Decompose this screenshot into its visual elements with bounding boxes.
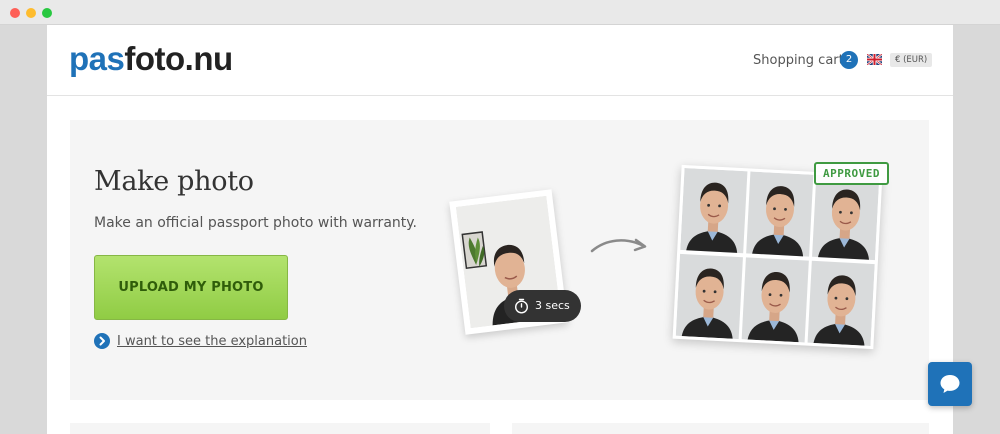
approved-stamp: APPROVED [814,162,889,185]
chevron-right-icon [94,333,110,349]
passport-photo-sheet [672,164,883,350]
window-maximize-button[interactable] [42,8,52,18]
browser-titlebar [0,0,1000,25]
chat-button[interactable] [928,362,972,406]
window-minimize-button[interactable] [26,8,36,18]
site-header: pasfoto.nu Shopping cart 2 € (EUR) [47,25,953,96]
curved-arrow-icon [590,238,647,253]
hero-title: Make photo [94,166,254,197]
site-logo[interactable]: pasfoto.nu [69,39,233,79]
window-close-button[interactable] [10,8,20,18]
cart-count-badge[interactable]: 2 [840,51,858,69]
stopwatch-icon [514,298,529,314]
timer-text: 3 secs [535,299,570,312]
chat-bubble-icon [940,375,960,393]
explanation-link[interactable]: I want to see the explanation [94,333,307,349]
logo-part-brand: pas [69,40,125,77]
content-card-right [512,423,929,434]
shopping-cart-link[interactable]: Shopping cart [753,53,844,68]
hero-section: Make photo Make an official passport pho… [70,120,929,400]
page: pasfoto.nu Shopping cart 2 € (EUR) Make … [47,25,953,434]
upload-photo-button[interactable]: UPLOAD MY PHOTO [94,255,288,320]
hero-subtitle: Make an official passport photo with war… [94,215,417,231]
timer-badge: 3 secs [504,290,581,322]
explanation-link-text: I want to see the explanation [117,333,307,349]
uk-flag-icon[interactable] [867,54,882,65]
logo-part-domain: foto.nu [124,40,233,77]
currency-selector[interactable]: € (EUR) [890,53,933,67]
content-card-left [70,423,490,434]
